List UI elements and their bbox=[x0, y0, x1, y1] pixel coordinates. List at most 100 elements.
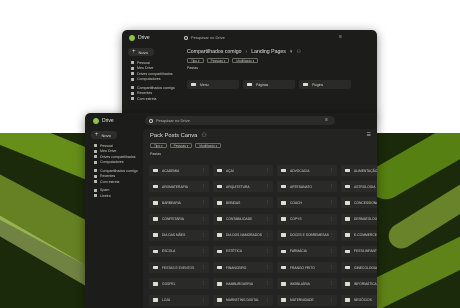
folder-item[interactable]: E-COMMERCE⋮ bbox=[341, 229, 377, 241]
home-icon bbox=[131, 61, 134, 65]
folder-item[interactable]: AROMATERAPIA ⋮ bbox=[149, 181, 209, 193]
filter-tipo[interactable]: Tipo ▾ bbox=[150, 142, 167, 149]
folder-menu[interactable]: Menu bbox=[187, 80, 239, 89]
folder-item[interactable]: LOJA ⋮ bbox=[149, 294, 209, 306]
folder-item[interactable]: FINANCEIRO ⋮ bbox=[213, 262, 273, 274]
folder-plugins[interactable]: Plugins bbox=[299, 80, 351, 89]
folder-item[interactable]: ASTROLOGIA⋮ bbox=[341, 181, 377, 193]
folder-item[interactable]: COPYS ⋮ bbox=[277, 213, 337, 225]
folder-item[interactable]: COACH ⋮ bbox=[277, 197, 337, 209]
folder-item[interactable]: BARBEARIA ⋮ bbox=[149, 197, 209, 209]
breadcrumb: Pack Posts Canva ⚇ bbox=[143, 129, 377, 142]
more-options-icon[interactable]: ⋮ bbox=[202, 233, 206, 237]
list-view-icon[interactable]: ☰ bbox=[367, 132, 371, 138]
more-options-icon[interactable]: ⋮ bbox=[330, 217, 334, 221]
page-title[interactable]: Pack Posts Canva bbox=[150, 133, 197, 139]
folder-icon bbox=[217, 201, 222, 205]
folder-icon bbox=[345, 233, 350, 238]
more-options-icon[interactable]: ⋮ bbox=[266, 168, 270, 172]
drive-logo[interactable]: Drive bbox=[93, 118, 114, 124]
filter-tipo[interactable]: Tipo ▾ bbox=[187, 57, 204, 64]
more-options-icon[interactable]: ⋮ bbox=[202, 217, 206, 221]
more-options-icon[interactable]: ⋮ bbox=[202, 265, 206, 269]
folder-item[interactable]: ESTÉTICA ⋮ bbox=[213, 245, 273, 257]
folder-item[interactable]: DOCES E SOBREMESAS ⋮ bbox=[277, 229, 337, 241]
search-input[interactable]: Pesquisar no Drive bbox=[145, 116, 335, 125]
new-button[interactable]: + Novo bbox=[91, 131, 117, 139]
folder-label: MATERNIDADE bbox=[290, 298, 314, 302]
folder-item[interactable]: ARQUITETURA ⋮ bbox=[213, 181, 273, 193]
search-options-icon[interactable]: ≡ bbox=[325, 117, 328, 123]
folder-item[interactable]: DIA DOS NAMORADOS ⋮ bbox=[213, 229, 273, 241]
more-options-icon[interactable]: ⋮ bbox=[202, 184, 206, 188]
folder-item[interactable]: NEGÓCIOS⋮ bbox=[341, 294, 377, 306]
search-input[interactable]: Pesquisar no Drive bbox=[180, 33, 330, 42]
folder-item[interactable]: ADVOCACIA ⋮ bbox=[277, 165, 337, 176]
folder-item[interactable]: ALIMENTAÇÃO⋮ bbox=[341, 165, 377, 176]
folder-label: CONTABILIDADE bbox=[226, 217, 253, 222]
more-options-icon[interactable]: ⋮ bbox=[330, 184, 334, 188]
more-options-icon[interactable]: ⋮ bbox=[330, 168, 334, 172]
more-options-icon[interactable]: ⋮ bbox=[266, 217, 270, 221]
folder-label: CONCESSIONÁRIA bbox=[354, 200, 377, 205]
more-options-icon[interactable]: ⋮ bbox=[266, 281, 270, 285]
new-button[interactable]: + Novo bbox=[128, 48, 154, 56]
more-options-icon[interactable]: ⋮ bbox=[330, 233, 334, 237]
more-options-icon[interactable]: ⋮ bbox=[266, 298, 270, 302]
more-options-icon[interactable]: ⋮ bbox=[202, 168, 206, 172]
search-options-icon[interactable]: ≡ bbox=[339, 34, 342, 40]
more-options-icon[interactable]: ⋮ bbox=[202, 281, 206, 285]
folder-item[interactable]: CONFEITARIA ⋮ bbox=[149, 213, 209, 225]
filter-modificado[interactable]: Modificado ▾ bbox=[232, 57, 259, 64]
people-icon[interactable]: ⚇ bbox=[296, 49, 301, 55]
folder-item[interactable]: MARKETING DIGITAL ⋮ bbox=[213, 294, 273, 306]
folder-item[interactable]: FESTA INFANTIL⋮ bbox=[341, 245, 377, 257]
folder-item[interactable]: ACADEMIA ⋮ bbox=[149, 165, 209, 176]
more-options-icon[interactable]: ⋮ bbox=[330, 298, 334, 302]
more-options-icon[interactable]: ⋮ bbox=[330, 249, 334, 253]
folder-item[interactable]: HAMBURGUERIA ⋮ bbox=[213, 278, 273, 290]
folder-paginas[interactable]: Páginas bbox=[243, 80, 295, 89]
folder-icon bbox=[217, 217, 222, 221]
folder-item[interactable]: FRANGO FRITO ⋮ bbox=[277, 262, 337, 274]
breadcrumb-item[interactable]: Landing Pages bbox=[251, 49, 286, 55]
more-options-icon[interactable]: ⋮ bbox=[266, 265, 270, 269]
more-options-icon[interactable]: ⋮ bbox=[330, 281, 334, 285]
folder-item[interactable]: ARTESANATO ⋮ bbox=[277, 181, 337, 193]
sidebar-item-com-estrela[interactable]: Com estrela bbox=[122, 96, 180, 102]
folder-item[interactable]: GINECOLOGIA⋮ bbox=[341, 262, 377, 274]
sidebar-item-lixeira[interactable]: Lixeira bbox=[85, 193, 143, 199]
people-icon[interactable]: ⚇ bbox=[201, 133, 206, 139]
more-options-icon[interactable]: ⋮ bbox=[202, 200, 206, 204]
drive-logo[interactable]: Drive bbox=[129, 35, 150, 41]
folder-item[interactable]: MATERNIDADE ⋮ bbox=[277, 294, 337, 306]
folder-item[interactable]: IMOBILIÁRIA ⋮ bbox=[277, 278, 337, 290]
folder-item[interactable]: CONTABILIDADE ⋮ bbox=[213, 213, 273, 225]
filter-pessoas[interactable]: Pessoas ▾ bbox=[169, 142, 193, 149]
filter-modificado[interactable]: Modificado ▾ bbox=[195, 142, 222, 149]
more-options-icon[interactable]: ⋮ bbox=[330, 265, 334, 269]
folder-item[interactable]: INFORMÁTICA⋮ bbox=[341, 278, 377, 290]
folder-item[interactable]: FESTAS E EVENTOS ⋮ bbox=[149, 262, 209, 274]
folder-item[interactable]: FARMÁCIA ⋮ bbox=[277, 245, 337, 257]
folder-item[interactable]: CONCESSIONÁRIA⋮ bbox=[341, 197, 377, 209]
more-options-icon[interactable]: ⋮ bbox=[266, 184, 270, 188]
folder-item[interactable]: DIA DAS MÃES ⋮ bbox=[149, 229, 209, 241]
more-options-icon[interactable]: ⋮ bbox=[330, 200, 334, 204]
folder-item[interactable]: BEBIDAS ⋮ bbox=[213, 197, 273, 209]
folder-item[interactable]: GOSPEL ⋮ bbox=[149, 278, 209, 290]
folder-label: FARMÁCIA bbox=[290, 249, 307, 254]
chevron-down-icon[interactable]: ▾ bbox=[290, 49, 293, 55]
filter-pessoas[interactable]: Pessoas ▾ bbox=[206, 57, 230, 64]
folder-item[interactable]: AÇAI ⋮ bbox=[213, 165, 273, 176]
more-options-icon[interactable]: ⋮ bbox=[266, 233, 270, 237]
more-options-icon[interactable]: ⋮ bbox=[202, 298, 206, 302]
folder-icon bbox=[281, 233, 286, 238]
folder-item[interactable]: ESCOLA ⋮ bbox=[149, 245, 209, 257]
folder-label: CONFEITARIA bbox=[162, 217, 184, 222]
folder-item[interactable]: DERMATOLOGIA⋮ bbox=[341, 213, 377, 225]
breadcrumb-item[interactable]: Compartilhados comigo bbox=[187, 49, 242, 55]
more-options-icon[interactable]: ⋮ bbox=[202, 249, 206, 253]
more-options-icon[interactable]: ⋮ bbox=[266, 249, 270, 253]
more-options-icon[interactable]: ⋮ bbox=[266, 200, 270, 204]
